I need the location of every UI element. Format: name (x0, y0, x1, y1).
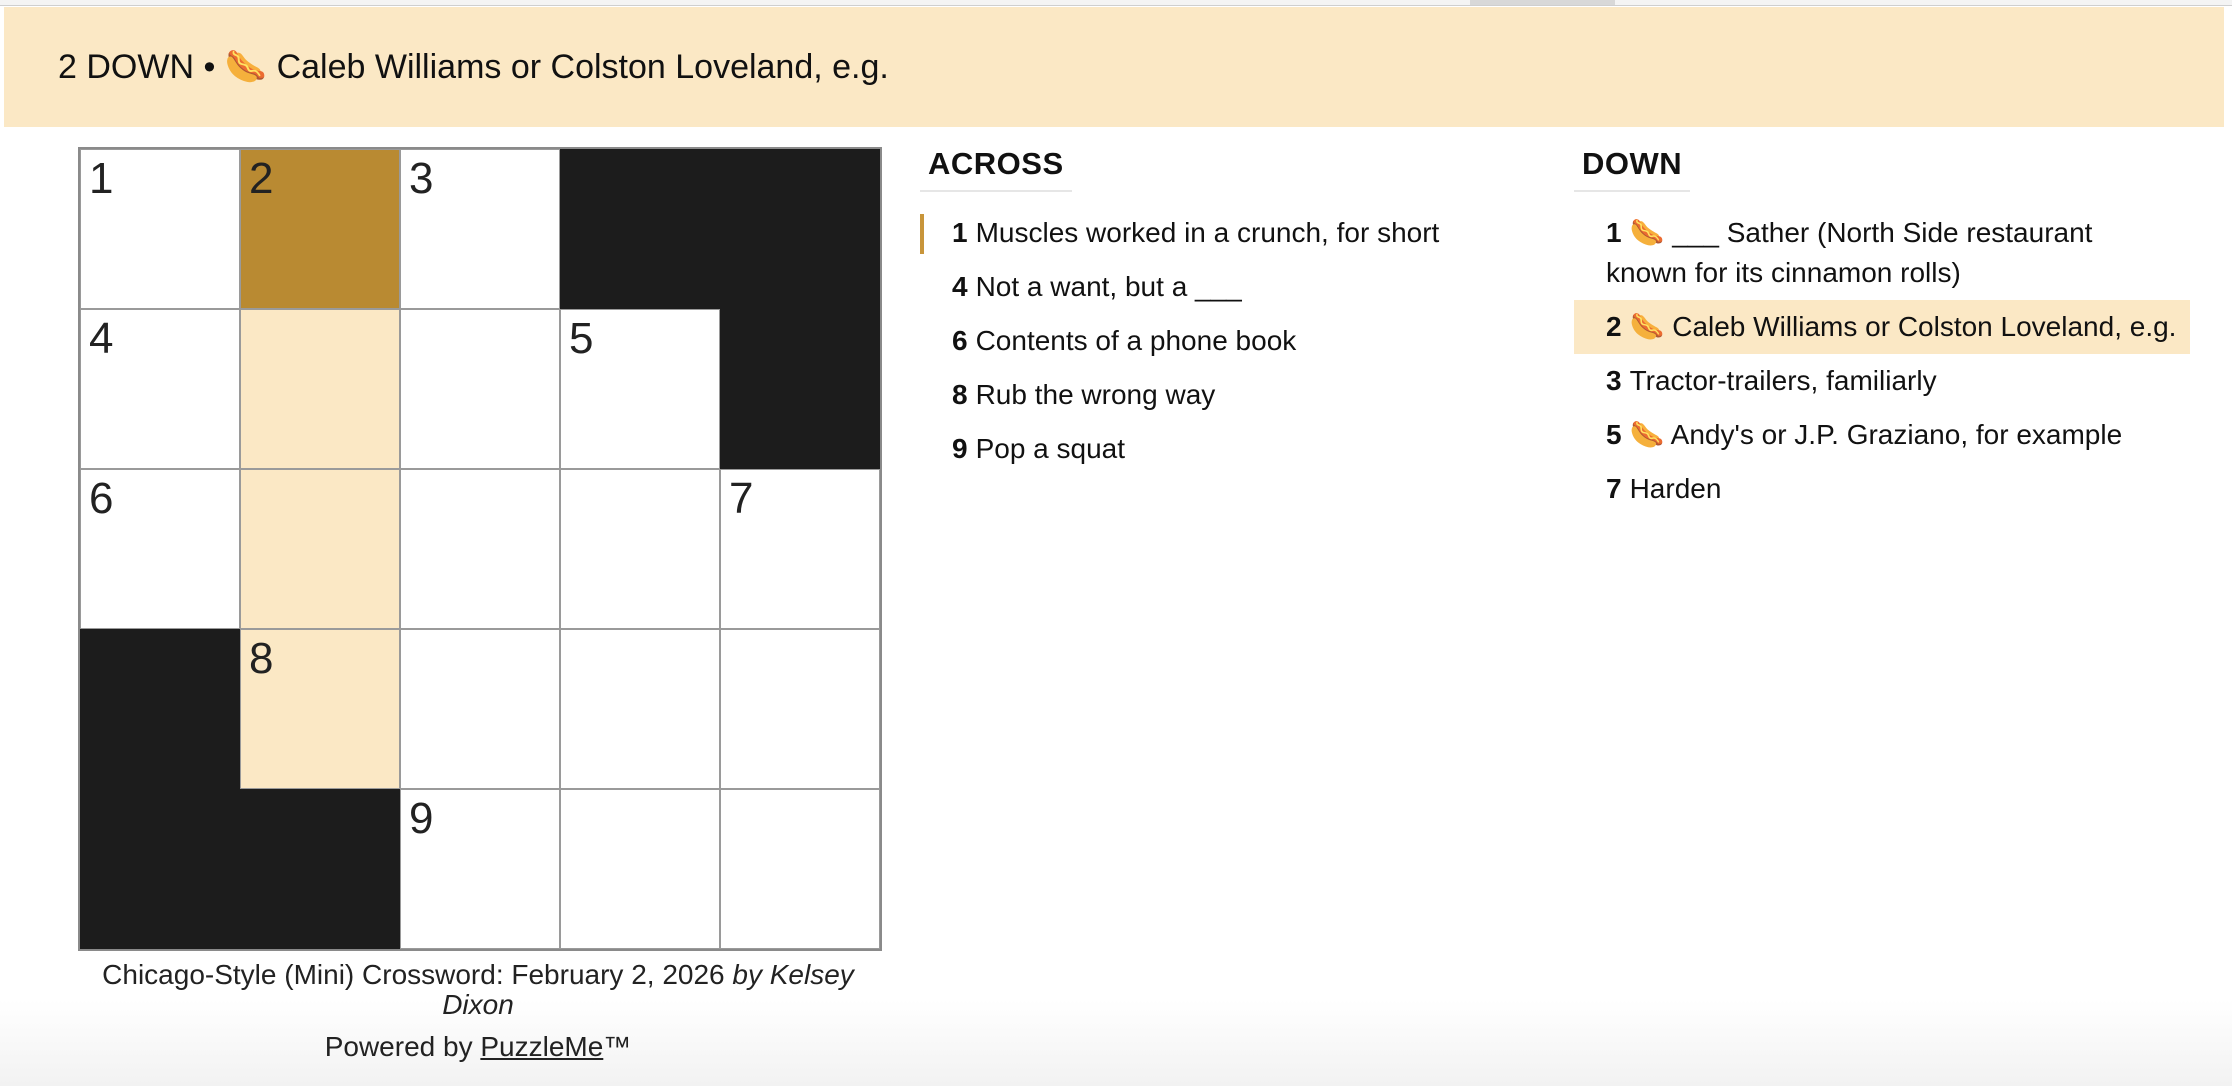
across-clue-6[interactable]: 6 Contents of a phone book (920, 314, 1560, 368)
cell-number: 6 (89, 474, 114, 523)
grid-cell[interactable]: 2 (240, 149, 400, 309)
grid-cell[interactable]: 1 (80, 149, 240, 309)
black-square (80, 789, 240, 949)
down-clue-3[interactable]: 3 Tractor-trailers, familiarly (1574, 354, 2190, 408)
clue-text: Not a want, but a ___ (975, 271, 1242, 302)
grid-cell[interactable] (240, 469, 400, 629)
clue-number: 2 (1606, 311, 1622, 342)
crossword-grid: 1 2 3 4 5 6 7 8 9 (78, 147, 882, 951)
across-clues-panel: ACROSS 1 Muscles worked in a crunch, for … (920, 140, 1560, 476)
cell-number: 5 (569, 314, 594, 363)
clue-number: 5 (1606, 419, 1622, 450)
black-square (240, 789, 400, 949)
clue-text: Pop a squat (975, 433, 1126, 464)
clue-text: Rub the wrong way (975, 379, 1216, 410)
clue-text: Muscles worked in a crunch, for short (975, 217, 1440, 248)
down-clue-5[interactable]: 5 🌭 Andy's or J.P. Graziano, for example (1574, 408, 2190, 462)
across-clue-9[interactable]: 9 Pop a squat (920, 422, 1560, 476)
clue-number: 7 (1606, 473, 1622, 504)
black-square (80, 629, 240, 789)
grid-cell[interactable]: 6 (80, 469, 240, 629)
grid-cell[interactable] (720, 789, 880, 949)
clue-text: Harden (1629, 473, 1722, 504)
across-header: ACROSS (920, 140, 1072, 192)
cell-number: 2 (249, 154, 274, 203)
powered-by: Powered by PuzzleMe™ (78, 1032, 878, 1062)
top-border (0, 0, 2232, 6)
grid-cell[interactable]: 4 (80, 309, 240, 469)
active-clue-bar: 2 DOWN • 🌭 Caleb Williams or Colston Lov… (4, 7, 2224, 127)
clue-number: 1 (1606, 217, 1622, 248)
clue-number: 9 (952, 433, 968, 464)
black-square (720, 149, 880, 309)
grid-cell[interactable] (240, 309, 400, 469)
grid-cell[interactable]: 9 (400, 789, 560, 949)
black-square (560, 149, 720, 309)
active-clue-text: 2 DOWN • 🌭 Caleb Williams or Colston Lov… (58, 48, 889, 86)
grid-cell[interactable]: 5 (560, 309, 720, 469)
across-clue-4[interactable]: 4 Not a want, but a ___ (920, 260, 1560, 314)
across-clue-8[interactable]: 8 Rub the wrong way (920, 368, 1560, 422)
down-clue-list: 1 🌭 ___ Sather (North Side restaurant kno… (1574, 206, 2190, 516)
clue-number: 8 (952, 379, 968, 410)
puzzle-title: Chicago-Style (Mini) Crossword: February… (102, 959, 725, 990)
down-header: DOWN (1574, 140, 1691, 192)
clue-text: 🌭 ___ Sather (North Side restaurant know… (1606, 217, 2093, 288)
down-clue-1[interactable]: 1 🌭 ___ Sather (North Side restaurant kno… (1574, 206, 2190, 300)
grid-cell[interactable]: 7 (720, 469, 880, 629)
grid-cell[interactable] (400, 469, 560, 629)
down-clue-7[interactable]: 7 Harden (1574, 462, 2190, 516)
powered-by-prefix: Powered by (324, 1031, 473, 1062)
cell-number: 1 (89, 154, 114, 203)
across-clue-list: 1 Muscles worked in a crunch, for short 4… (920, 206, 1560, 476)
clue-number: 4 (952, 271, 968, 302)
clue-number: 1 (952, 217, 968, 248)
down-clue-2[interactable]: 2 🌭 Caleb Williams or Colston Loveland, e… (1574, 300, 2190, 354)
clue-text: Contents of a phone book (975, 325, 1297, 356)
clue-number: 6 (952, 325, 968, 356)
clue-text: Tractor-trailers, familiarly (1629, 365, 1937, 396)
clue-text: 🌭 Andy's or J.P. Graziano, for example (1629, 419, 2123, 450)
across-clue-1[interactable]: 1 Muscles worked in a crunch, for short (920, 206, 1560, 260)
grid-cell[interactable]: 8 (240, 629, 400, 789)
cell-number: 4 (89, 314, 114, 363)
grid-cell[interactable]: 3 (400, 149, 560, 309)
puzzleme-link[interactable]: PuzzleMe (480, 1031, 603, 1062)
cell-number: 7 (729, 474, 754, 523)
grid-cell[interactable] (560, 469, 720, 629)
clue-text: 🌭 Caleb Williams or Colston Loveland, e.… (1629, 311, 2177, 342)
grid-cell[interactable] (720, 629, 880, 789)
black-square (720, 309, 880, 469)
trademark-symbol: ™ (603, 1031, 632, 1062)
cell-number: 9 (409, 794, 434, 843)
scroll-tab (1470, 0, 1615, 5)
grid-cell[interactable] (400, 629, 560, 789)
grid-cell[interactable] (560, 789, 720, 949)
clue-number: 3 (1606, 365, 1622, 396)
cell-number: 8 (249, 634, 274, 683)
grid-cell[interactable] (400, 309, 560, 469)
grid-cell[interactable] (560, 629, 720, 789)
down-clues-panel: DOWN 1 🌭 ___ Sather (North Side restauran… (1574, 140, 2190, 516)
puzzle-footer: Chicago-Style (Mini) Crossword: February… (78, 960, 878, 1062)
cell-number: 3 (409, 154, 434, 203)
